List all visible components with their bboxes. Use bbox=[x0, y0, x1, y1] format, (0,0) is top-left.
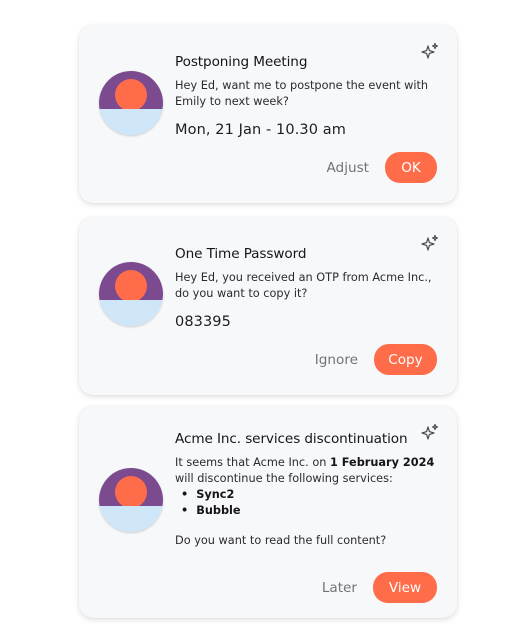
ignore-button[interactable]: Ignore bbox=[315, 352, 358, 368]
discontinuation-date: 1 February 2024 bbox=[330, 456, 435, 469]
view-button[interactable]: View bbox=[373, 572, 437, 603]
card-message: Hey Ed, want me to postpone the event wi… bbox=[175, 79, 429, 108]
card-title: Acme Inc. services discontinuation bbox=[175, 431, 408, 447]
copy-button[interactable]: Copy bbox=[374, 344, 437, 375]
otp-code: 083395 bbox=[175, 314, 231, 330]
event-datetime: Mon, 21 Jan - 10.30 am bbox=[175, 122, 346, 138]
message-post: will discontinue the following services: bbox=[175, 472, 393, 485]
sunset-avatar bbox=[99, 262, 163, 326]
card-message: Hey Ed, you received an OTP from Acme In… bbox=[175, 271, 432, 300]
services-list: Sync2 Bubble bbox=[175, 487, 437, 519]
adjust-button[interactable]: Adjust bbox=[327, 160, 370, 176]
ok-button[interactable]: OK bbox=[385, 152, 437, 183]
sunset-avatar bbox=[99, 71, 163, 135]
card-title: One Time Password bbox=[175, 246, 307, 262]
notification-card-postpone: Postponing Meeting Hey Ed, want me to po… bbox=[79, 25, 457, 203]
notification-card-otp: One Time Password Hey Ed, you received a… bbox=[79, 217, 457, 395]
list-item: Bubble bbox=[181, 503, 437, 519]
later-button[interactable]: Later bbox=[322, 580, 357, 596]
card-title: Postponing Meeting bbox=[175, 54, 308, 70]
card-question: Do you want to read the full content? bbox=[175, 534, 387, 547]
notification-card-discontinuation: Acme Inc. services discontinuation It se… bbox=[79, 406, 457, 618]
sunset-avatar bbox=[99, 468, 163, 532]
list-item: Sync2 bbox=[181, 487, 437, 503]
message-pre: It seems that Acme Inc. on bbox=[175, 456, 330, 469]
card-message: It seems that Acme Inc. on 1 February 20… bbox=[175, 455, 437, 487]
